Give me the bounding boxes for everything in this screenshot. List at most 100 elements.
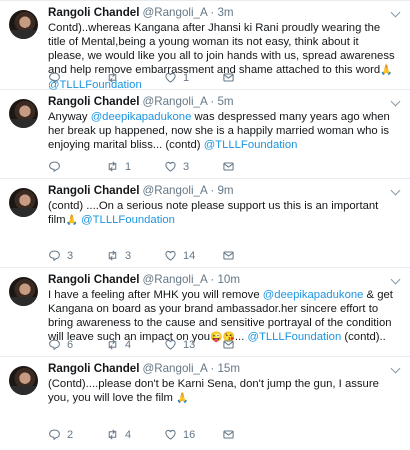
timestamp[interactable]: 5m [217,95,233,108]
direct-message-button[interactable] [222,249,235,262]
mention-link[interactable]: @deepikapadukone [263,289,364,301]
author-name[interactable]: Rangoli Chandel [48,184,139,197]
reply-button[interactable]: 6 [48,338,73,351]
reply-button[interactable]: 2 [48,428,73,441]
envelope-icon [222,428,235,441]
tweet-text-segment: I have a feeling after MHK you will remo… [48,289,263,301]
mention-link[interactable]: @deepikapadukone [91,111,192,123]
author-handle[interactable]: @Rangoli_A [142,273,207,286]
author-name[interactable]: Rangoli Chandel [48,6,139,19]
direct-message-button[interactable] [222,338,235,351]
tweet-text: (Contd)....please don't be Karni Sena, d… [48,377,402,406]
separator: · [210,184,215,197]
reply-count: 3 [67,249,74,262]
separator: · [210,362,215,375]
reply-icon [48,338,61,351]
like-count: 14 [183,249,196,262]
separator: · [210,95,215,108]
retweet-button[interactable]: 4 [106,428,131,441]
avatar[interactable] [9,188,38,217]
reply-button[interactable] [48,71,67,84]
heart-icon [164,249,177,262]
tweet-actions: 13 [48,160,368,174]
separator: · [210,273,215,286]
author-handle[interactable]: @Rangoli_A [142,95,207,108]
tweet-text-segment: Contd)..whereas Kangana after Jhansi ki … [48,22,395,76]
avatar[interactable] [9,99,38,128]
reply-icon [48,71,61,84]
like-count: 16 [183,428,196,441]
retweet-icon [106,249,119,262]
author-handle[interactable]: @Rangoli_A [142,184,207,197]
tweet-text: Anyway @deepikapadukone was despressed m… [48,110,402,152]
reply-button[interactable] [48,160,67,173]
reply-count: 6 [67,338,74,351]
retweet-button[interactable]: 4 [106,338,131,351]
reply-icon [48,249,61,262]
timestamp[interactable]: 15m [217,362,240,375]
timestamp[interactable]: 3m [217,6,233,19]
author-handle[interactable]: @Rangoli_A [142,6,207,19]
tweet-actions: 1 [48,71,368,85]
retweet-button[interactable]: 1 [106,160,131,173]
avatar[interactable] [9,277,38,306]
like-button[interactable]: 16 [164,428,195,441]
like-button[interactable]: 14 [164,249,195,262]
retweet-icon [106,160,119,173]
mention-link[interactable]: @TLLLFoundation [81,214,175,226]
retweet-count: 4 [125,338,132,351]
tweet-actions: 2 4 16 [48,428,368,442]
heart-icon [164,160,177,173]
author-handle[interactable]: @Rangoli_A [142,362,207,375]
direct-message-button[interactable] [222,71,235,84]
like-button[interactable]: 13 [164,338,195,351]
tweet-text-segment: Anyway [48,111,91,123]
emoji: 🙏 [65,215,79,226]
reply-button[interactable]: 3 [48,249,73,262]
author-name[interactable]: Rangoli Chandel [48,273,139,286]
heart-icon [164,71,177,84]
envelope-icon [222,338,235,351]
like-count: 1 [183,71,190,84]
heart-icon [164,428,177,441]
like-count: 3 [183,160,190,173]
tweet[interactable]: Rangoli Chandel @Rangoli_A · 9m (contd) ..… [0,179,410,268]
retweet-button[interactable] [106,71,125,84]
like-button[interactable]: 1 [164,71,189,84]
tweet[interactable]: Rangoli Chandel @Rangoli_A · 3m Contd)..wh… [0,1,410,91]
tweet-header: Rangoli Chandel @Rangoli_A · 10m [48,273,402,287]
tweet-feed: Rangoli Chandel @Rangoli_A · 3m Contd)..wh… [0,0,410,450]
retweet-icon [106,338,119,351]
retweet-count: 3 [125,249,132,262]
tweet-text-segment: (Contd)....please don't be Karni Sena, d… [48,378,379,404]
tweet[interactable]: Rangoli Chandel @Rangoli_A · 5m Anyway @de… [0,90,410,179]
tweet-header: Rangoli Chandel @Rangoli_A · 5m [48,95,402,109]
direct-message-button[interactable] [222,160,235,173]
avatar[interactable] [9,366,38,395]
emoji: 🙏 [380,65,393,76]
retweet-count: 4 [125,428,132,441]
envelope-icon [222,249,235,262]
reply-icon [48,428,61,441]
reply-icon [48,160,61,173]
author-name[interactable]: Rangoli Chandel [48,95,139,108]
tweet[interactable]: Rangoli Chandel @Rangoli_A · 10m I have a … [0,268,410,357]
like-button[interactable]: 3 [164,160,189,173]
separator: · [210,6,215,19]
avatar[interactable] [9,10,38,39]
direct-message-button[interactable] [222,428,235,441]
tweet-text: (contd) ....On a serious note please sup… [48,199,402,228]
tweet-actions: 3 3 14 [48,249,368,263]
like-count: 13 [183,338,196,351]
tweet-text: I have a feeling after MHK you will remo… [48,288,402,345]
retweet-icon [106,71,119,84]
timestamp[interactable]: 9m [217,184,233,197]
tweet[interactable]: Rangoli Chandel @Rangoli_A · 15m (Contd)..… [0,357,410,446]
author-name[interactable]: Rangoli Chandel [48,362,139,375]
retweet-button[interactable]: 3 [106,249,131,262]
retweet-count: 1 [125,160,132,173]
timestamp[interactable]: 10m [217,273,240,286]
tweet-header: Rangoli Chandel @Rangoli_A · 3m [48,6,402,20]
heart-icon [164,338,177,351]
mention-link[interactable]: @TLLLFoundation [204,139,298,151]
